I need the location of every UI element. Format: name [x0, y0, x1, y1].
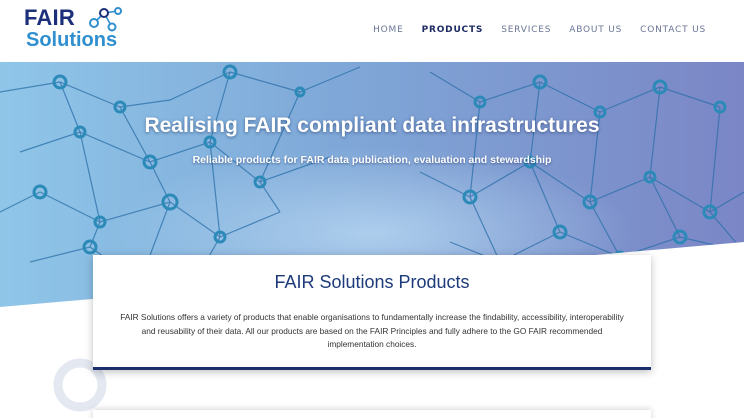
products-card: FAIR Solutions Products FAIR Solutions o… — [93, 255, 651, 370]
hero-subtitle: Reliable products for FAIR data publicat… — [192, 154, 552, 166]
network-logo-icon — [89, 7, 122, 32]
nav-products[interactable]: PRODUCTS — [422, 25, 484, 35]
logo-text-fair: FAIR — [24, 5, 75, 30]
site-header: FAIR Solutions HOME PRODUCTS SERVICES AB… — [0, 0, 744, 62]
nav-home[interactable]: HOME — [373, 25, 404, 35]
nav-services[interactable]: SERVICES — [501, 25, 551, 35]
products-title: FAIR Solutions Products — [274, 272, 470, 292]
hero-title: Realising FAIR compliant data infrastruc… — [144, 114, 600, 137]
products-description: FAIR Solutions offers a variety of produ… — [120, 312, 624, 349]
nav-contact-us[interactable]: CONTACT US — [640, 25, 706, 35]
fair-solutions-logo[interactable]: FAIR Solutions — [24, 5, 128, 55]
main-nav: HOME PRODUCTS SERVICES ABOUT US CONTACT … — [373, 25, 706, 35]
nav-about-us[interactable]: ABOUT US — [569, 25, 622, 35]
next-card — [93, 410, 651, 418]
